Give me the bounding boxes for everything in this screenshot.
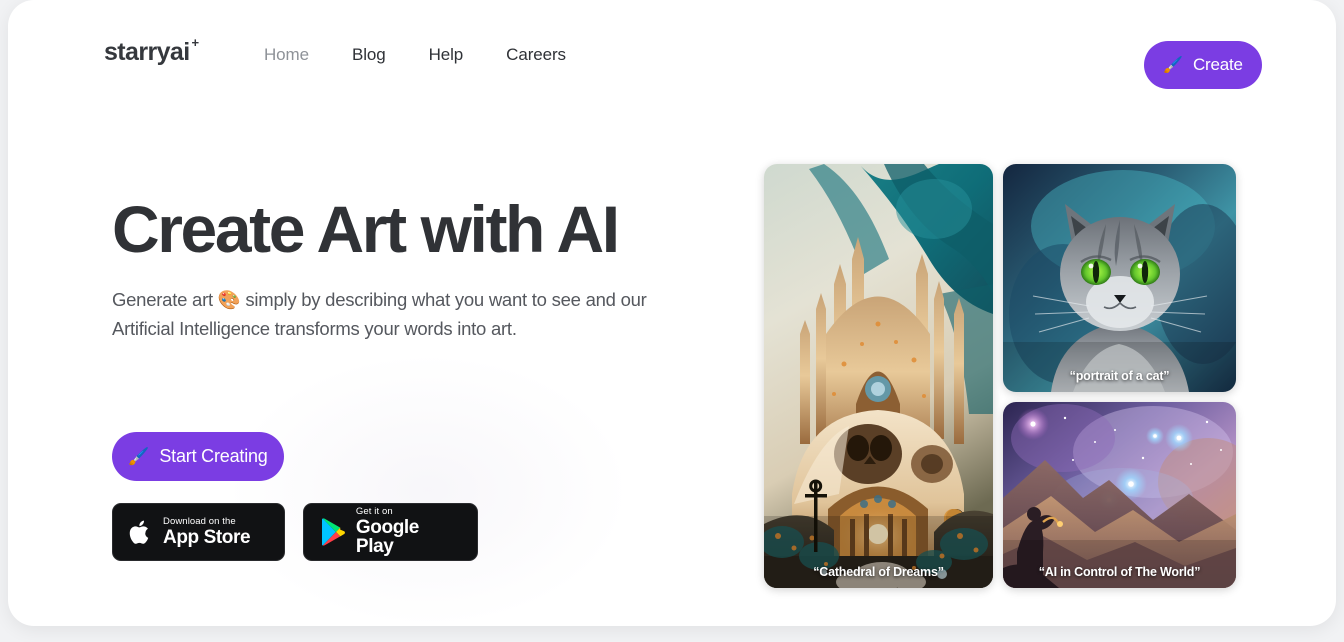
store-badges: Download on the App Store Get it on Goog… — [112, 503, 478, 561]
app-store-big: App Store — [163, 526, 251, 548]
art-gallery: “Cathedral of Dreams” “portrait of a cat… — [764, 164, 1236, 588]
apple-logo-icon — [129, 520, 149, 544]
hero-section: Create Art with AI Generate art 🎨 simply… — [112, 192, 732, 343]
gallery-column-right: “portrait of a cat” “AI in Control of Th… — [1003, 164, 1236, 588]
cosmos-artwork — [1003, 402, 1236, 588]
paintbrush-icon: 🖌️ — [1163, 57, 1183, 74]
art-card-cosmos[interactable]: “AI in Control of The World” — [1003, 402, 1236, 588]
google-play-big: Google Play — [355, 516, 419, 558]
logo[interactable]: starryai + — [104, 36, 199, 66]
nav-item-careers[interactable]: Careers — [506, 45, 566, 65]
google-play-icon — [321, 518, 345, 546]
art-caption-cosmos: “AI in Control of The World” — [1038, 565, 1201, 579]
cathedral-artwork — [764, 164, 993, 588]
page-title: Create Art with AI — [112, 192, 620, 266]
gallery-column-left: “Cathedral of Dreams” — [764, 164, 993, 588]
art-card-cat[interactable]: “portrait of a cat” — [1003, 164, 1236, 392]
nav-item-blog[interactable]: Blog — [352, 45, 386, 65]
paintbrush-icon: 🖌️ — [128, 446, 150, 466]
app-store-text: Download on the App Store — [163, 515, 251, 548]
logo-sparkle-icon: + — [191, 35, 200, 50]
app-store-small: Download on the — [163, 515, 236, 527]
start-creating-button[interactable]: 🖌️ Start Creating — [112, 432, 284, 481]
logo-text: starryai — [104, 38, 190, 66]
site-header: starryai + Home Blog Help Careers 🖌️ Cre… — [8, 0, 1336, 110]
google-play-text: Get it on Google Play — [355, 505, 461, 558]
art-caption-cat: “portrait of a cat” — [1069, 369, 1170, 383]
main-nav: Home Blog Help Careers — [264, 45, 566, 65]
art-caption-cathedral: “Cathedral of Dreams” — [813, 565, 944, 579]
create-button-label: Create — [1192, 55, 1243, 74]
nav-item-help[interactable]: Help — [429, 45, 464, 65]
nav-item-home[interactable]: Home — [264, 45, 309, 65]
app-store-badge[interactable]: Download on the App Store — [112, 503, 285, 561]
page-card: starryai + Home Blog Help Careers 🖌️ Cre… — [8, 0, 1336, 626]
cat-artwork — [1003, 164, 1236, 392]
start-creating-label: Start Creating — [159, 446, 268, 466]
create-button[interactable]: 🖌️ Create — [1144, 41, 1262, 89]
google-play-badge[interactable]: Get it on Google Play — [303, 503, 478, 561]
hero-subtitle: Generate art 🎨 simply by describing what… — [112, 288, 647, 339]
google-play-small: Get it on — [355, 505, 393, 517]
art-card-cathedral[interactable]: “Cathedral of Dreams” — [764, 164, 993, 588]
